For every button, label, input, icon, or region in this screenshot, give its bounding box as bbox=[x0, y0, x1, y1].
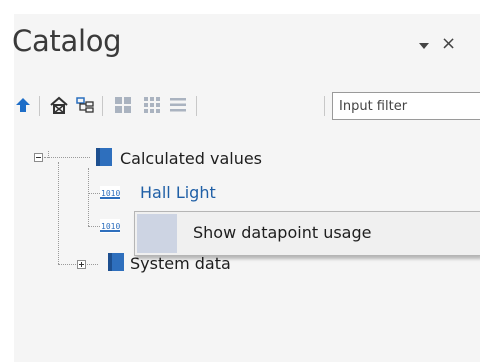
datapoint-icon: 1010 bbox=[100, 186, 120, 200]
small-tiles-icon[interactable] bbox=[143, 96, 161, 114]
list-view-icon[interactable] bbox=[169, 96, 187, 114]
toolbar-separator bbox=[39, 96, 40, 116]
tree-node-label[interactable]: System data bbox=[130, 254, 231, 273]
hierarchy-icon[interactable] bbox=[76, 96, 94, 114]
panel-menu-dropdown-icon[interactable] bbox=[419, 43, 429, 49]
navigate-up-icon[interactable] bbox=[14, 96, 32, 114]
svg-text:1010: 1010 bbox=[101, 222, 120, 231]
tree-connector bbox=[88, 168, 89, 226]
tree-node-label-selected[interactable]: Hall Light bbox=[140, 183, 216, 202]
expand-toggle[interactable] bbox=[77, 260, 86, 269]
context-menu: Show datapoint usage bbox=[134, 211, 480, 256]
datapoint-icon: 1010 bbox=[100, 219, 120, 233]
building-icon[interactable] bbox=[50, 96, 68, 114]
tree-connector bbox=[58, 162, 59, 264]
tree-connector bbox=[88, 226, 100, 227]
menu-item-show-datapoint-usage[interactable]: Show datapoint usage bbox=[193, 223, 371, 242]
tree-connector bbox=[44, 157, 90, 158]
menu-icon-column bbox=[137, 214, 177, 253]
svg-text:1010: 1010 bbox=[101, 189, 120, 198]
collapse-toggle[interactable] bbox=[34, 153, 43, 162]
toolbar-separator bbox=[196, 96, 197, 116]
folder-icon bbox=[108, 253, 124, 271]
tree-node-label[interactable]: Calculated values bbox=[120, 149, 262, 168]
filter-input[interactable] bbox=[332, 92, 480, 120]
toolbar-separator bbox=[324, 96, 325, 116]
panel-title: Catalog bbox=[12, 24, 122, 58]
folder-icon bbox=[96, 148, 112, 166]
tree-connector bbox=[88, 193, 100, 194]
catalog-panel bbox=[14, 14, 480, 362]
toolbar-separator bbox=[102, 96, 103, 116]
large-tiles-icon[interactable] bbox=[114, 96, 132, 114]
panel-close-icon[interactable]: × bbox=[441, 33, 456, 54]
